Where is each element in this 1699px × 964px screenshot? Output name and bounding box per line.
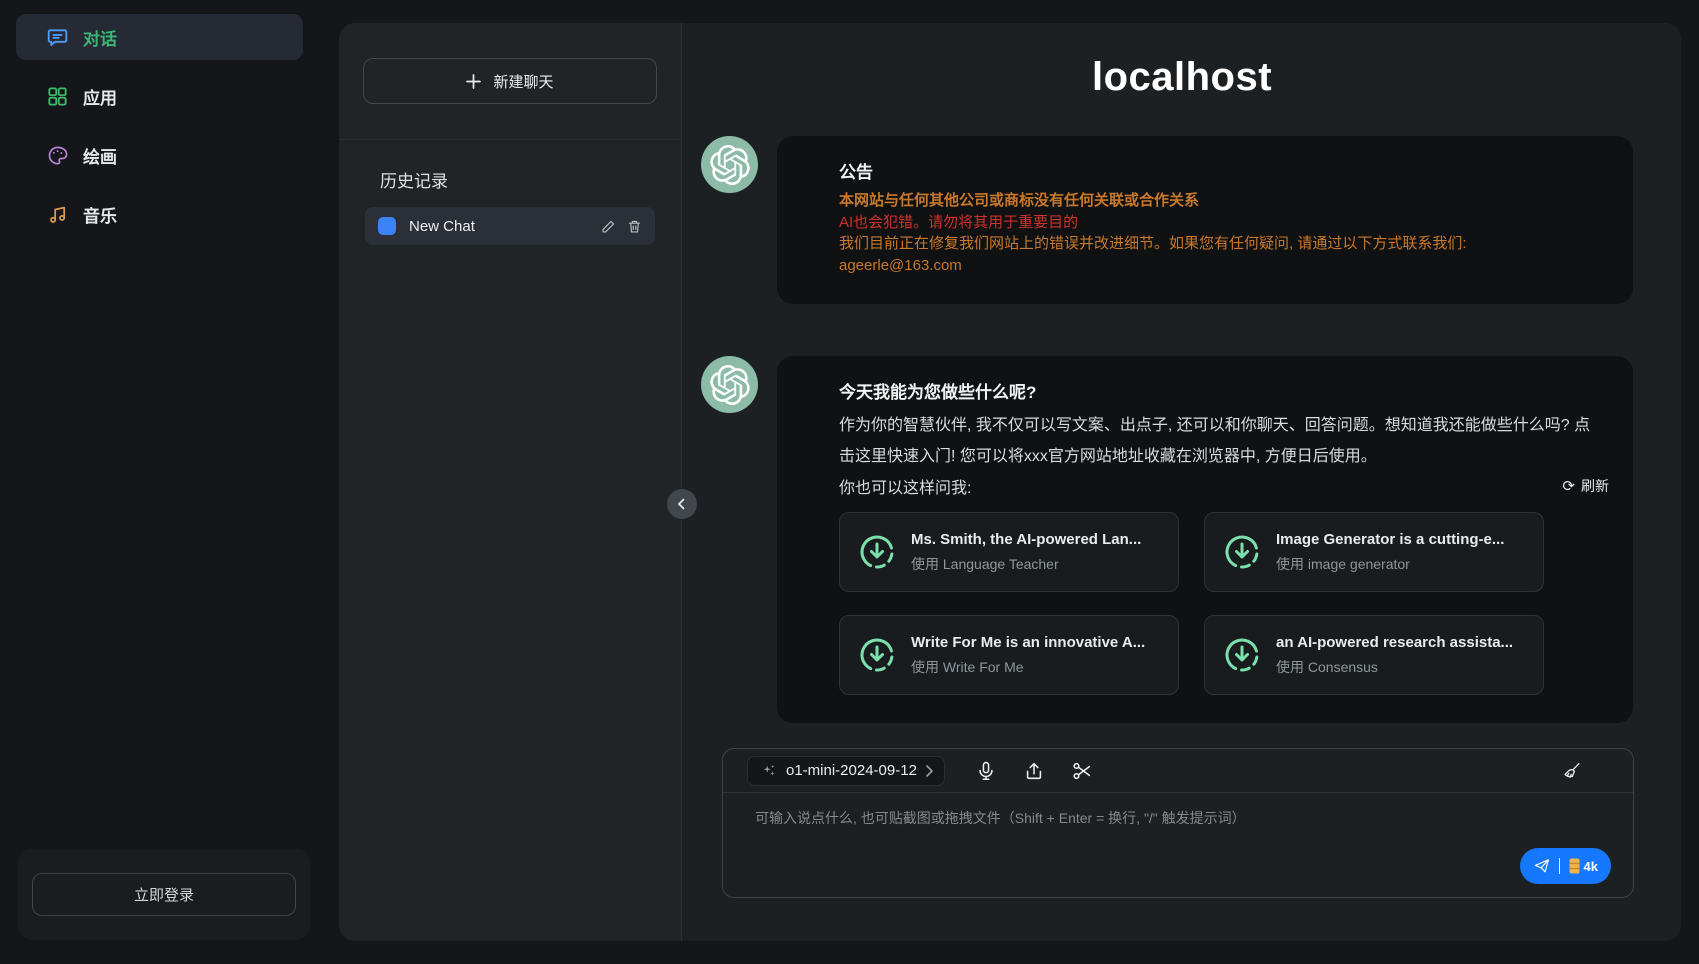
history-item[interactable]: New Chat <box>365 207 655 245</box>
sidebar-item-paint[interactable]: 绘画 <box>16 132 303 178</box>
download-circle-icon <box>1223 636 1261 674</box>
token-coin-icon <box>1568 858 1581 874</box>
download-circle-icon <box>1223 533 1261 571</box>
welcome-body: 作为你的智慧伙伴, 我不仅可以写文案、出点子, 还可以和你聊天、回答问题。想知道… <box>839 410 1594 472</box>
suggestion-title: Ms. Smith, the AI-powered Lan... <box>911 531 1141 548</box>
suggestion-subtitle: 使用 Consensus <box>1276 657 1513 677</box>
plus-icon <box>466 74 481 89</box>
suggestion-card[interactable]: Ms. Smith, the AI-powered Lan... 使用 Lang… <box>839 512 1179 592</box>
new-chat-button[interactable]: 新建聊天 <box>363 58 657 104</box>
chat-title: New Chat <box>409 218 588 235</box>
suggestion-subtitle: 使用 image generator <box>1276 554 1504 574</box>
separator <box>1559 858 1560 874</box>
sparkle-icon <box>759 762 777 780</box>
new-chat-label: 新建聊天 <box>493 71 553 92</box>
music-note-icon <box>46 203 69 226</box>
download-circle-icon <box>858 533 896 571</box>
message-list: 公告 本网站与任何其他公司或商标没有任何关联或合作关系 AI也会犯错。请勿将其用… <box>683 136 1681 723</box>
sidebar-item-label: 对话 <box>83 25 117 50</box>
sidebar-nav: 对话 应用 绘画 <box>16 14 303 250</box>
broom-icon <box>1561 760 1583 782</box>
assistant-avatar <box>701 136 758 193</box>
refresh-icon: ⟳ <box>1562 477 1575 495</box>
chevron-right-icon <box>926 765 933 777</box>
chat-bubble-icon <box>46 26 69 49</box>
openai-logo-icon <box>710 365 750 405</box>
assistant-avatar <box>701 356 758 413</box>
apps-grid-icon <box>46 85 69 108</box>
suggestion-title: Image Generator is a cutting-e... <box>1276 531 1504 548</box>
upload-icon[interactable] <box>1023 760 1045 782</box>
app: { "sidebar": { "items": [ { "label": "对话… <box>0 0 1699 964</box>
assistant-message-announcement: 公告 本网站与任何其他公司或商标没有任何关联或合作关系 AI也会犯错。请勿将其用… <box>701 136 1633 304</box>
assistant-message-welcome: 今天我能为您做些什么呢? 作为你的智慧伙伴, 我不仅可以写文案、出点子, 还可以… <box>701 356 1633 723</box>
chat-area: localhost 公告 本网站与任何其他公司或商标没有任何关联或合作关系 AI… <box>683 23 1681 941</box>
paper-plane-icon <box>1533 857 1551 875</box>
download-circle-icon <box>858 636 896 674</box>
collapse-chevron-icon <box>675 497 689 511</box>
scissors-icon[interactable] <box>1071 760 1093 782</box>
microphone-icon[interactable] <box>975 760 997 782</box>
announcement-title: 公告 <box>839 158 1609 183</box>
ask-hint: 你也可以这样问我: <box>839 474 971 498</box>
clear-context-button[interactable] <box>1561 760 1583 782</box>
token-count-badge: 4k <box>1568 858 1598 874</box>
sidebar-item-chat[interactable]: 对话 <box>16 14 303 60</box>
sidebar-item-label: 应用 <box>83 84 117 109</box>
suggestion-card[interactable]: an AI-powered research assista... 使用 Con… <box>1204 615 1544 695</box>
contact-email-link[interactable]: ageerle@163.com <box>839 255 1609 277</box>
chat-color-swatch <box>378 217 396 235</box>
history-item-actions <box>601 219 642 234</box>
message-input[interactable]: 可输入说点什么, 也可贴截图或拖拽文件（Shift + Enter = 换行, … <box>723 793 1633 828</box>
sidebar-item-label: 绘画 <box>83 143 117 168</box>
model-name: o1-mini-2024-09-12 <box>786 762 917 779</box>
login-card: 立即登录 <box>18 849 310 940</box>
sidebar-item-apps[interactable]: 应用 <box>16 73 303 119</box>
composer-input-area: 可输入说点什么, 也可贴截图或拖拽文件（Shift + Enter = 换行, … <box>723 793 1633 897</box>
login-button[interactable]: 立即登录 <box>32 873 296 916</box>
announcement-line: 本网站与任何其他公司或商标没有任何关联或合作关系 <box>839 190 1609 212</box>
token-count: 4k <box>1584 859 1598 874</box>
openai-logo-icon <box>710 145 750 185</box>
edit-pencil-icon[interactable] <box>601 219 616 234</box>
chat-list-panel: 新建聊天 历史记录 New Chat <box>339 23 682 941</box>
suggestion-subtitle: 使用 Write For Me <box>911 657 1145 677</box>
suggestion-subtitle: 使用 Language Teacher <box>911 554 1141 574</box>
message-bubble: 今天我能为您做些什么呢? 作为你的智慧伙伴, 我不仅可以写文案、出点子, 还可以… <box>777 356 1633 723</box>
suggestion-grid: Ms. Smith, the AI-powered Lan... 使用 Lang… <box>839 512 1609 695</box>
send-button[interactable]: 4k <box>1520 848 1611 884</box>
suggestion-title: Write For Me is an innovative A... <box>911 634 1145 651</box>
collapse-panel-button[interactable] <box>667 489 697 519</box>
trash-icon[interactable] <box>627 219 642 234</box>
welcome-title: 今天我能为您做些什么呢? <box>839 378 1609 403</box>
sidebar-item-label: 音乐 <box>83 202 117 227</box>
main-container: 新建聊天 历史记录 New Chat localhost <box>339 23 1681 941</box>
sidebar-item-music[interactable]: 音乐 <box>16 191 303 237</box>
composer: o1-mini-2024-09-12 <box>722 748 1634 898</box>
suggestion-card[interactable]: Image Generator is a cutting-e... 使用 ima… <box>1204 512 1544 592</box>
announcement-line: AI也会犯错。请勿将其用于重要目的 <box>839 212 1609 234</box>
divider <box>339 139 681 140</box>
refresh-suggestions-button[interactable]: ⟳ 刷新 <box>1562 476 1609 496</box>
page-title: localhost <box>683 55 1681 100</box>
announcement-line: 我们目前正在修复我们网站上的错误并改进细节。如果您有任何疑问, 请通过以下方式联… <box>839 233 1609 255</box>
composer-toolbar: o1-mini-2024-09-12 <box>723 749 1633 793</box>
message-bubble: 公告 本网站与任何其他公司或商标没有任何关联或合作关系 AI也会犯错。请勿将其用… <box>777 136 1633 304</box>
model-selector[interactable]: o1-mini-2024-09-12 <box>747 756 945 786</box>
suggestion-card[interactable]: Write For Me is an innovative A... 使用 Wr… <box>839 615 1179 695</box>
history-title: 历史记录 <box>380 167 681 192</box>
refresh-label: 刷新 <box>1581 476 1609 496</box>
sidebar: 对话 应用 绘画 <box>0 0 320 964</box>
composer-tools <box>975 760 1093 782</box>
suggestion-title: an AI-powered research assista... <box>1276 634 1513 651</box>
ask-row: 你也可以这样问我: ⟳ 刷新 <box>839 474 1609 498</box>
palette-icon <box>46 144 69 167</box>
